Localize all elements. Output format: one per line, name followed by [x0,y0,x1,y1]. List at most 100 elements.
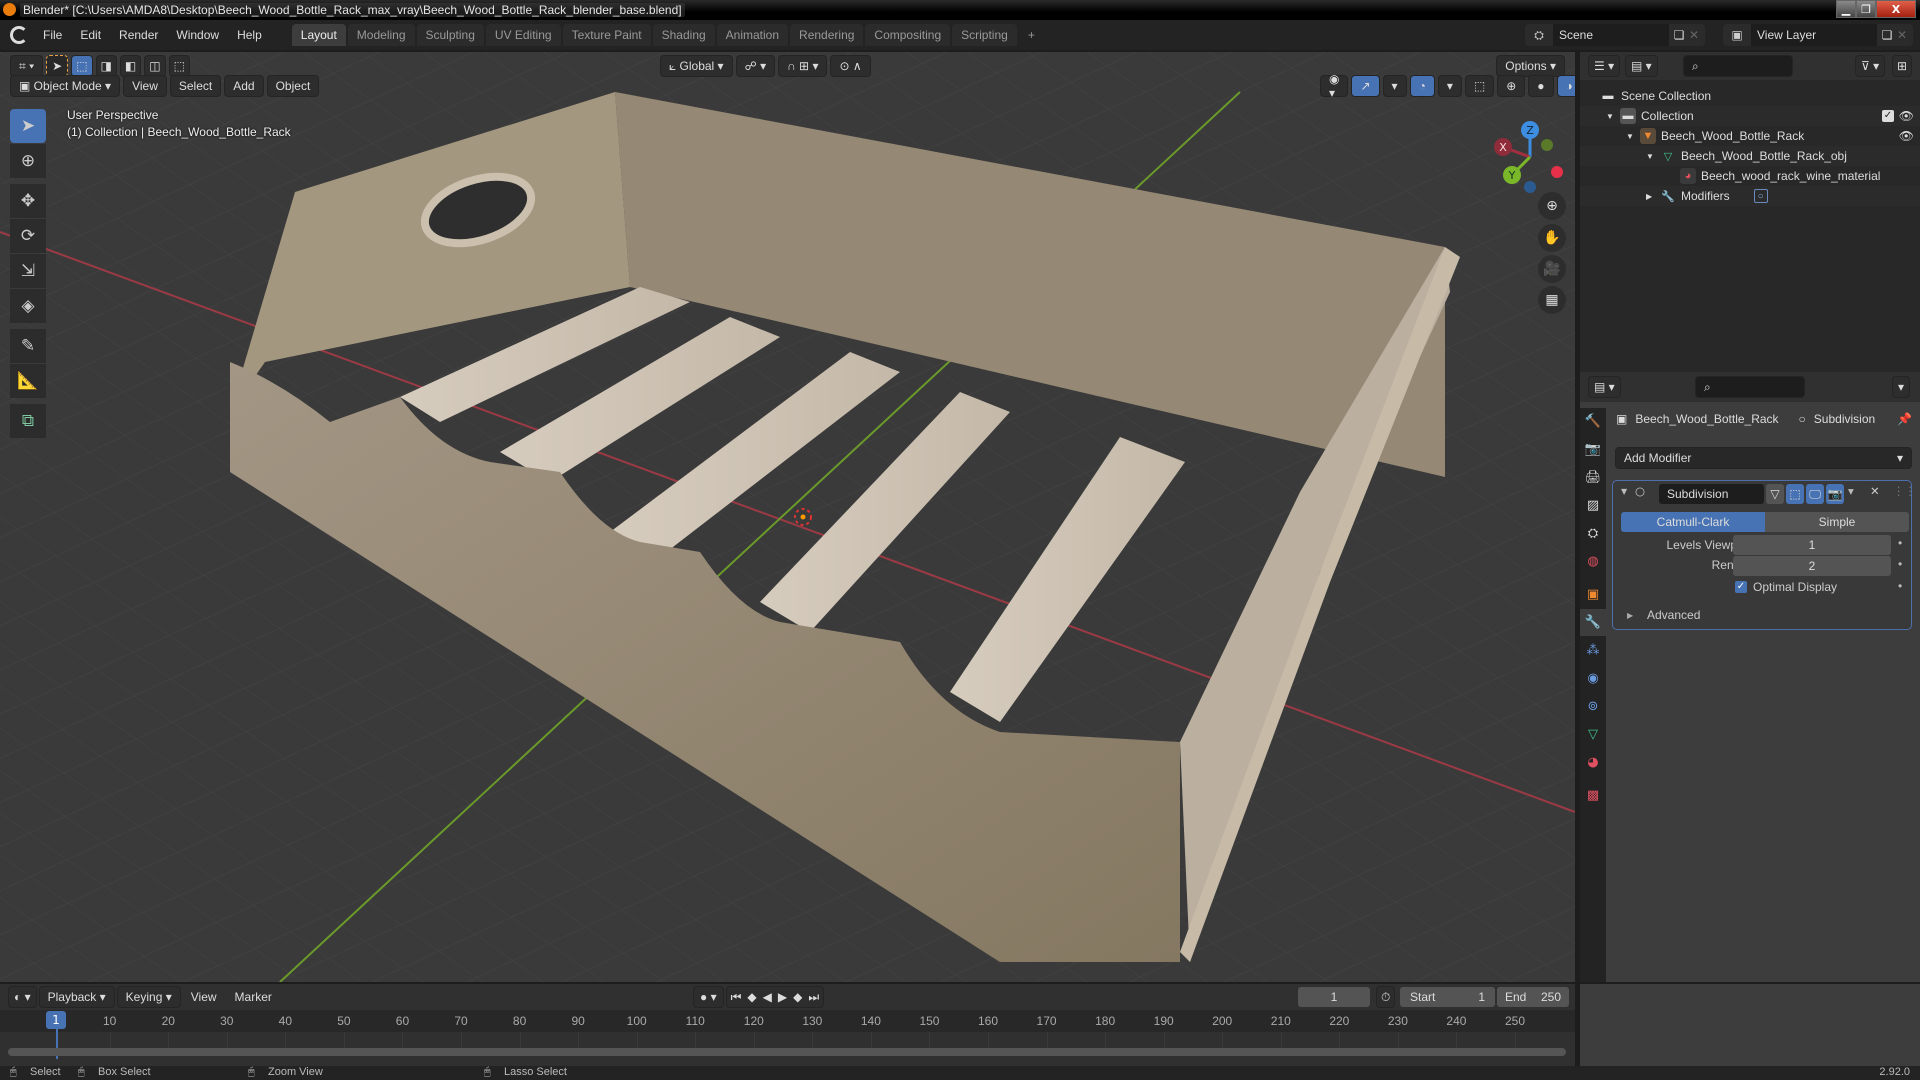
ortho-toggle-icon[interactable]: ▦ [1538,286,1566,314]
tab-modifiers[interactable]: 🔧 [1580,609,1606,636]
tab-world[interactable]: ◍ [1580,548,1606,575]
playhead-indicator[interactable]: 1 [46,1011,66,1029]
menu-help[interactable]: Help [228,28,271,42]
remove-modifier-icon[interactable]: ✕ [1870,484,1880,498]
view-layer-selector[interactable]: ▣ View Layer ❏ ✕ [1723,24,1913,46]
gizmo-neg-z[interactable] [1524,181,1536,193]
keyframe-dot-icon[interactable]: • [1898,557,1902,571]
outliner-search-input[interactable]: ⌕ [1683,55,1793,77]
tab-view-layer[interactable]: ▨ [1580,492,1606,519]
tab-data[interactable]: ▽ [1580,721,1606,748]
menu-render[interactable]: Render [110,28,167,42]
delete-scene-icon[interactable]: ✕ [1689,28,1705,42]
new-scene-icon[interactable]: ❏ [1669,28,1689,42]
options-dropdown[interactable]: Options ▾ [1496,55,1565,77]
expand-advanced-icon[interactable]: ▶ [1627,611,1633,620]
subdivision-modifier-icon[interactable]: ○ [1753,189,1768,203]
timeline-menu-view[interactable]: View [183,986,225,1008]
select-mode-intersect-button[interactable]: ⬚ [168,55,190,77]
levels-viewport-field[interactable]: 1 [1733,535,1891,555]
expand-arrow-icon[interactable]: ▼ [1606,112,1620,121]
optimal-display-checkbox[interactable]: ✓ [1735,581,1747,593]
close-window-button[interactable]: X [1876,0,1916,18]
keyframe-dot-icon[interactable]: • [1898,579,1902,593]
zoom-view-icon[interactable]: ⊕ [1538,192,1566,220]
properties-search-input[interactable]: ⌕ [1695,376,1805,398]
select-mode-invert-button[interactable]: ◫ [144,55,166,77]
gizmo-dropdown[interactable]: ▾ [1382,75,1407,97]
tab-object[interactable]: ▣ [1580,581,1606,608]
xray-toggle[interactable]: ⬚ [1464,75,1495,97]
tab-scene[interactable]: ⛭ [1580,520,1606,547]
tab-render[interactable]: 📷 [1580,436,1606,463]
current-frame-field[interactable]: 1 [1298,987,1370,1007]
jump-start-icon[interactable]: ⏮ [731,990,742,1005]
workspace-tab-rendering[interactable]: Rendering [790,24,864,46]
jump-end-icon[interactable]: ⏭ [808,990,819,1005]
advanced-subpanel-label[interactable]: Advanced [1647,608,1700,622]
add-modifier-dropdown[interactable]: Add Modifier ▾ [1615,447,1912,469]
mode-dropdown[interactable]: ▣ Object Mode ▾ [10,75,121,97]
overlay-toggle[interactable]: ◔ [1409,75,1435,97]
move-tool[interactable]: ✥ [10,184,46,218]
minimize-button[interactable]: ▁ [1836,0,1856,18]
scene-selector[interactable]: ⛭ Scene ❏ ✕ [1525,24,1705,46]
expand-arrow-icon[interactable]: ▼ [1626,132,1640,141]
menu-edit[interactable]: Edit [71,28,110,42]
workspace-tab-modeling[interactable]: Modeling [347,24,415,46]
menu-add[interactable]: Add [224,75,264,97]
scale-tool[interactable]: ⇲ [10,254,46,288]
gizmo-neg-x[interactable] [1551,166,1563,178]
camera-view-icon[interactable]: 🎥 [1538,255,1566,283]
render-levels-field[interactable]: 2 [1733,556,1891,576]
modifier-menu-chevron[interactable]: ▾ [1848,484,1854,498]
next-keyframe-icon[interactable]: ◆ [793,990,802,1004]
add-cube-tool[interactable]: ⧉ [10,404,46,438]
rotate-tool[interactable]: ⟳ [10,219,46,253]
select-mode-extend-button[interactable]: ◨ [95,55,117,77]
new-view-layer-icon[interactable]: ❏ [1877,28,1897,42]
drag-handle-icon[interactable]: ⋮⋮ [1893,484,1916,498]
shading-wireframe[interactable]: ⊕ [1497,75,1526,97]
add-workspace-button[interactable]: + [1019,24,1044,46]
cage-toggle[interactable]: ⬚ [1786,484,1804,504]
scene-name[interactable]: Scene [1553,24,1669,46]
start-frame-field[interactable]: Start 1 [1400,987,1495,1007]
menu-window[interactable]: Window [167,28,228,42]
pan-view-icon[interactable]: ✋ [1538,224,1566,252]
snap-toggle[interactable]: ∩ ⊞ ▾ [778,55,828,77]
new-collection-button[interactable]: ⊞ [1892,55,1913,77]
workspace-tab-animation[interactable]: Animation [716,24,789,46]
tab-particles[interactable]: ⁂ [1580,637,1606,664]
edit-mode-toggle[interactable]: ▽ [1766,484,1784,504]
keying-dropdown[interactable]: Keying ▾ [116,986,181,1008]
outliner-item-material[interactable]: ◕ Beech_wood_rack_wine_material [1580,166,1920,186]
expand-arrow-icon[interactable]: ▼ [1646,152,1660,161]
playback-dropdown[interactable]: Playback ▾ [38,986,115,1008]
visibility-dropdown[interactable]: ◉ ▾ [1320,72,1349,100]
visibility-eye-icon[interactable]: 👁 [1899,129,1914,143]
cursor-tool[interactable]: ⊕ [10,144,46,178]
outliner-item-scene-collection[interactable]: ▬ Scene Collection [1580,86,1920,106]
menu-object[interactable]: Object [266,75,320,97]
prev-keyframe-icon[interactable]: ◆ [747,990,756,1004]
tab-texture[interactable]: ▩ [1580,782,1606,809]
workspace-tab-sculpting[interactable]: Sculpting [416,24,484,46]
catmull-clark-button[interactable]: Catmull-Clark [1621,512,1765,532]
gizmo-toggle[interactable]: ↗ [1351,75,1380,97]
exclude-checkbox[interactable]: ✓ [1882,110,1894,122]
timeline-menu-marker[interactable]: Marker [227,986,280,1008]
delete-view-layer-icon[interactable]: ✕ [1897,28,1913,42]
3d-viewport[interactable]: ⌗ ▾ ➤ ⬚ ◨ ◧ ◫ ⬚ ⟀ Global ▾ ☍ ▾ ∩ ⊞ ▾ ⊙ ∧… [0,52,1575,982]
viewport-display-toggle[interactable]: 🖵 [1806,484,1824,504]
simple-button[interactable]: Simple [1765,512,1909,532]
shading-material-preview[interactable]: ◑ [1556,75,1575,97]
blender-logo-icon[interactable] [10,26,28,44]
select-tool-icon[interactable]: ➤ [46,55,69,77]
overlay-dropdown[interactable]: ▾ [1437,75,1462,97]
pin-icon[interactable]: 📌 [1897,412,1912,426]
play-reverse-icon[interactable]: ◀ [763,990,772,1004]
properties-options-dropdown[interactable]: ▾ [1892,376,1911,398]
auto-keying-toggle[interactable]: ● ▾ [693,986,724,1008]
tab-output[interactable]: 🖨 [1580,464,1606,491]
